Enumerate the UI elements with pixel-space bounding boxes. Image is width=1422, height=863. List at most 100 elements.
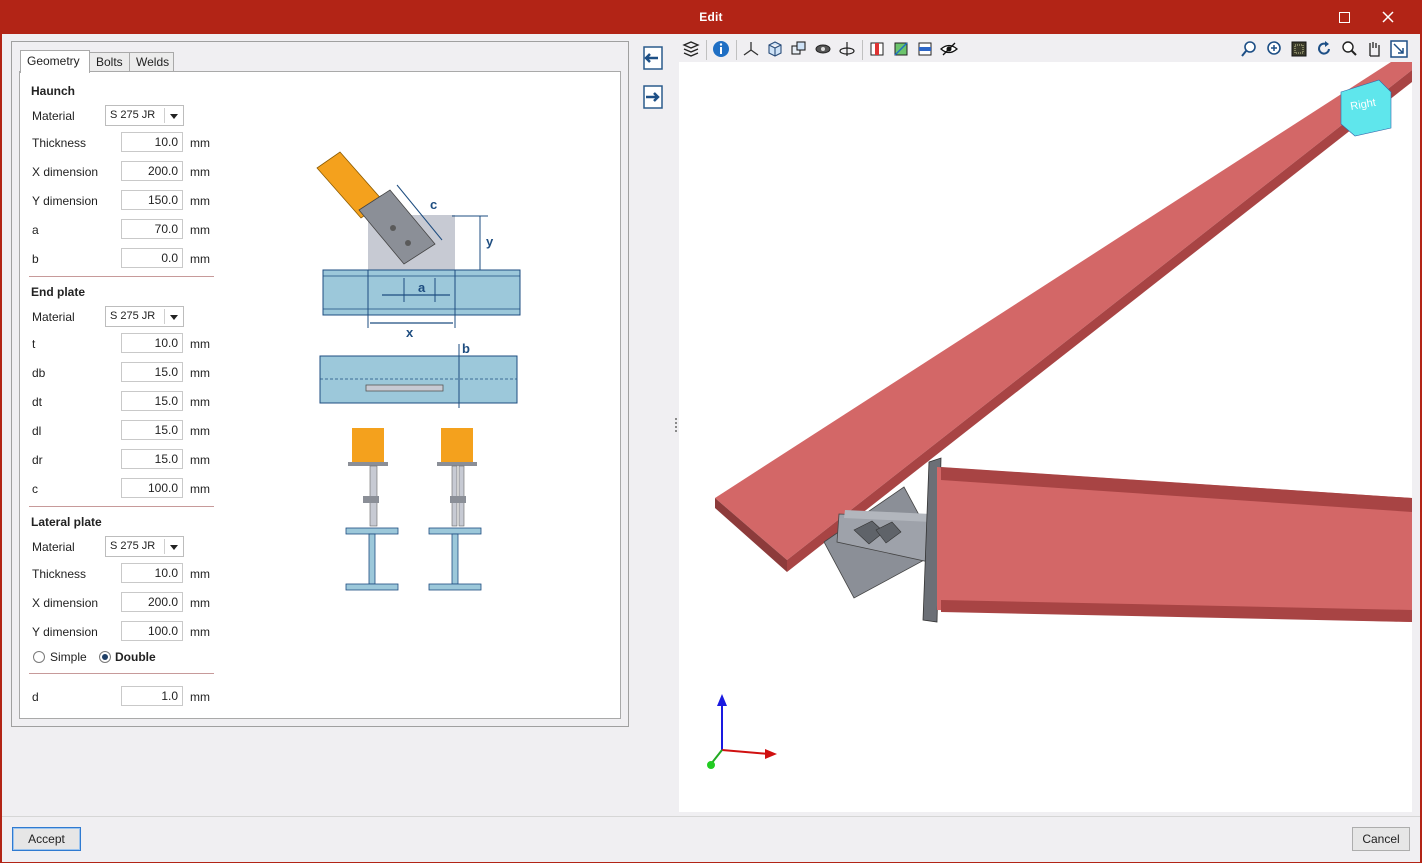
end-plate-dr-label: dr	[32, 453, 43, 467]
haunch-elevation: c y a x	[316, 151, 521, 340]
import-data-button[interactable]	[640, 45, 666, 71]
end-plate-db-label: db	[32, 366, 46, 380]
end-plate-material-select[interactable]: S 275 JR	[105, 306, 184, 327]
tab-welds[interactable]: Welds	[129, 52, 174, 71]
lateral-plate-material-select[interactable]: S 275 JR	[105, 536, 184, 557]
unit-label: mm	[190, 165, 210, 179]
unit-label: mm	[190, 252, 210, 266]
close-button[interactable]	[1366, 0, 1410, 34]
lateral-plate-ydim-input[interactable]: 100.0	[121, 621, 183, 641]
double-radio-label: Double	[115, 650, 156, 664]
lateral-plate-xdim-label: X dimension	[32, 596, 99, 610]
end-plate-dr-input[interactable]: 15.0	[121, 449, 183, 469]
d-input[interactable]: 1.0	[121, 686, 183, 706]
unit-label: mm	[190, 690, 210, 704]
tab-geometry[interactable]: Geometry	[20, 50, 90, 73]
unit-label: mm	[190, 567, 210, 581]
zoom-previous-icon[interactable]	[1240, 40, 1258, 58]
lateral-plate-ydim-label: Y dimension	[32, 625, 98, 639]
haunch-ydim-input[interactable]: 150.0	[121, 190, 183, 210]
end-plate-t-input[interactable]: 10.0	[121, 333, 183, 353]
zoom-icon[interactable]	[1340, 40, 1358, 58]
refresh-icon[interactable]	[1315, 40, 1333, 58]
unit-label: mm	[190, 366, 210, 380]
column-flange	[428, 527, 482, 535]
zoom-all-icon[interactable]	[1265, 40, 1283, 58]
cancel-button[interactable]: Cancel	[1352, 827, 1410, 851]
rotate-icon[interactable]	[838, 40, 856, 58]
fit-window-icon[interactable]	[1390, 40, 1408, 58]
layers-icon[interactable]	[682, 40, 700, 58]
column-flange	[428, 583, 482, 591]
unit-label: mm	[190, 424, 210, 438]
lateral-plate-xdim-input[interactable]: 200.0	[121, 592, 183, 612]
double-radio[interactable]	[99, 651, 111, 663]
label-b: b	[462, 341, 470, 356]
end-plate-section	[437, 462, 477, 466]
simple-radio[interactable]	[33, 651, 45, 663]
render-mode-icon[interactable]	[814, 40, 832, 58]
unit-label: mm	[190, 453, 210, 467]
info-icon[interactable]	[712, 40, 730, 58]
lateral-plate-plan	[365, 384, 444, 392]
unit-label: mm	[190, 395, 210, 409]
multi-view-icon[interactable]	[790, 40, 808, 58]
unit-label: mm	[190, 482, 210, 496]
haunch-xdim-label: X dimension	[32, 165, 99, 179]
end-plate-section	[348, 462, 388, 466]
select-separator	[164, 108, 165, 123]
bolt	[363, 496, 379, 503]
haunch-b-input[interactable]: 0.0	[121, 248, 183, 268]
column-flange	[345, 583, 399, 591]
end-plate-c-input[interactable]: 100.0	[121, 478, 183, 498]
lateral-plate-section-title: Lateral plate	[31, 515, 102, 529]
lateral-plate-material-label: Material	[32, 540, 75, 554]
dialog-button-bar: Accept Cancel	[2, 816, 1420, 862]
section-red-icon[interactable]	[868, 40, 886, 58]
maximize-icon	[1338, 11, 1350, 23]
section-blue-icon[interactable]	[916, 40, 934, 58]
toolbar-separator	[862, 40, 863, 60]
tab-bolts[interactable]: Bolts	[89, 52, 130, 71]
3d-model-render: Right	[707, 62, 1412, 769]
unit-label: mm	[190, 223, 210, 237]
rafter-section	[352, 428, 384, 462]
axes-icon[interactable]	[742, 40, 760, 58]
end-plate-section-title: End plate	[31, 285, 86, 299]
section-green-icon[interactable]	[892, 40, 910, 58]
maximize-button[interactable]	[1322, 0, 1366, 34]
section-simple	[345, 428, 399, 591]
simple-radio-label: Simple	[50, 650, 87, 664]
plan-view: b	[319, 341, 518, 408]
bolt-hole	[405, 240, 411, 246]
window-title: Edit	[699, 10, 723, 24]
haunch-material-select[interactable]: S 275 JR	[105, 105, 184, 126]
end-plate-dl-input[interactable]: 15.0	[121, 420, 183, 440]
unit-label: mm	[190, 136, 210, 150]
section-divider	[29, 506, 214, 507]
accept-button[interactable]: Accept	[12, 827, 81, 851]
end-plate-dt-label: dt	[32, 395, 43, 409]
haunch-thickness-input[interactable]: 10.0	[121, 132, 183, 152]
haunch-a-input[interactable]: 70.0	[121, 219, 183, 239]
label-a: a	[418, 280, 426, 295]
end-plate-dt-input[interactable]: 15.0	[121, 391, 183, 411]
x-axis	[721, 749, 770, 755]
haunch-xdim-input[interactable]: 200.0	[121, 161, 183, 181]
column-plan	[319, 355, 518, 404]
lateral-plate-thickness-input[interactable]: 10.0	[121, 563, 183, 583]
cube-view-icon[interactable]	[766, 40, 784, 58]
d-label: d	[32, 690, 39, 704]
3d-viewport[interactable]: Right	[679, 62, 1412, 812]
toolbar-separator	[736, 40, 737, 60]
pan-hand-icon[interactable]	[1365, 40, 1383, 58]
unit-label: mm	[190, 337, 210, 351]
zoom-window-icon[interactable]	[1290, 40, 1308, 58]
chevron-down-icon	[170, 315, 178, 320]
end-plate-db-input[interactable]: 15.0	[121, 362, 183, 382]
select-separator	[164, 309, 165, 324]
splitter-handle[interactable]	[675, 418, 677, 432]
visibility-icon[interactable]	[940, 40, 958, 58]
export-data-button[interactable]	[640, 84, 666, 110]
haunch-b-label: b	[32, 252, 39, 266]
